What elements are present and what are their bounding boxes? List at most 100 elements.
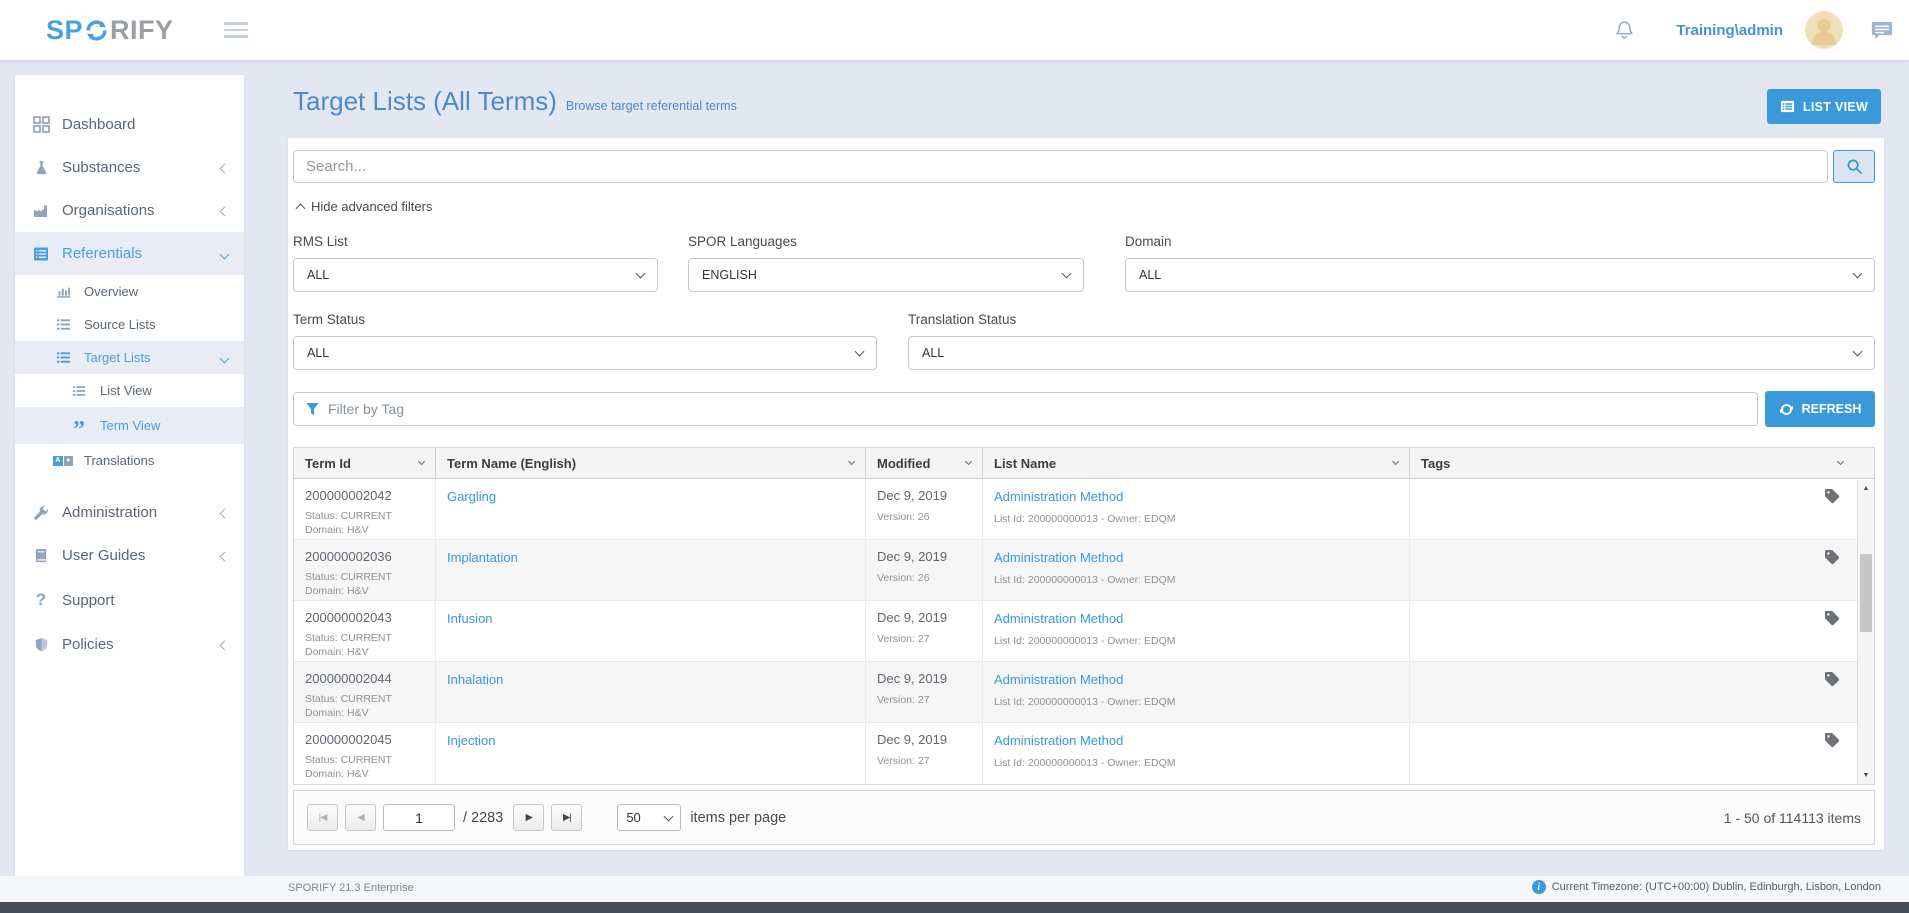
last-page-button[interactable]: ▶| <box>551 804 582 831</box>
menu-toggle-icon[interactable] <box>224 18 248 42</box>
list-name-link[interactable]: Administration Method <box>994 733 1123 748</box>
avatar[interactable] <box>1805 11 1843 49</box>
hide-advanced-filters-toggle[interactable]: Hide advanced filters <box>297 199 432 214</box>
previous-page-button[interactable]: ◀ <box>345 804 376 831</box>
notifications-bell-icon[interactable] <box>1615 20 1634 41</box>
column-header-list-name[interactable]: List Name <box>983 448 1410 478</box>
tag-icon[interactable] <box>1824 549 1840 570</box>
sidebar-item-support[interactable]: ? Support <box>15 577 244 623</box>
search-button[interactable] <box>1833 150 1875 183</box>
tag-icon[interactable] <box>1824 671 1840 692</box>
app-logo: SP RIFY <box>46 17 174 44</box>
first-page-button[interactable]: |◀ <box>307 804 338 831</box>
column-label: Tags <box>1421 456 1450 471</box>
sidebar-item-overview[interactable]: Overview <box>15 275 244 308</box>
filter-label: SPOR Languages <box>688 234 1084 249</box>
filter-label: Translation Status <box>908 312 1875 327</box>
sidebar-label: Dashboard <box>62 116 135 133</box>
tag-filter-input[interactable] <box>328 401 1746 417</box>
sidebar-label: Source Lists <box>84 317 156 332</box>
sidebar-item-target-lists[interactable]: Target Lists <box>15 341 244 374</box>
sidebar-item-user-guides[interactable]: User Guides <box>15 534 244 577</box>
sidebar-item-term-view[interactable]: ” Term View <box>15 407 244 444</box>
referentials-list-icon <box>31 246 51 262</box>
modified-date: Dec 9, 2019 <box>877 549 971 564</box>
list-name-link[interactable]: Administration Method <box>994 550 1123 565</box>
sidebar-item-translations[interactable]: A★ Translations <box>15 444 244 477</box>
column-header-tags[interactable]: Tags <box>1410 448 1874 478</box>
column-header-modified[interactable]: Modified <box>866 448 983 478</box>
next-page-button[interactable]: ▶ <box>513 804 544 831</box>
chevron-left-icon <box>221 636 228 653</box>
filter-label: RMS List <box>293 234 658 249</box>
filters-row-2: Term Status ALL Translation Status ALL <box>293 312 1875 370</box>
filter-label: Term Status <box>293 312 877 327</box>
rms-list-select[interactable]: ALL <box>293 258 658 292</box>
scrollbar-thumb[interactable] <box>1860 554 1872 632</box>
filter-translation-status: Translation Status ALL <box>908 312 1875 370</box>
sidebar-item-list-view[interactable]: List View <box>15 374 244 407</box>
sidebar-item-source-lists[interactable]: Source Lists <box>15 308 244 341</box>
scroll-down-arrow[interactable]: ▼ <box>1858 767 1874 784</box>
term-name-link[interactable]: Inhalation <box>447 672 503 687</box>
chevron-down-icon <box>221 350 228 365</box>
footer: SPORIFY 21.3 Enterprise i Current Timezo… <box>0 876 1909 902</box>
sidebar-item-substances[interactable]: Substances <box>15 146 244 189</box>
pagination-bar: |◀ ◀ / 2283 ▶ ▶| 50 items per page 1 - 5… <box>293 790 1875 845</box>
spor-languages-select[interactable]: ENGLISH <box>688 258 1084 292</box>
term-id: 200000002042 <box>305 488 424 503</box>
sidebar-label: Support <box>62 592 115 609</box>
user-menu[interactable]: Training\admin <box>1676 22 1783 39</box>
version: Version: 27 <box>877 754 971 768</box>
page-header: Target Lists (All Terms) Browse target r… <box>293 86 737 117</box>
translation-status-select[interactable]: ALL <box>908 336 1875 370</box>
list-name-link[interactable]: Administration Method <box>994 489 1123 504</box>
page-size-select[interactable]: 50 <box>617 804 681 831</box>
sidebar-item-administration[interactable]: Administration <box>15 491 244 534</box>
term-status: Status: CURRENT <box>305 631 424 645</box>
book-icon <box>31 548 51 563</box>
version: Version: 27 <box>877 693 971 707</box>
refresh-button[interactable]: REFRESH <box>1765 391 1875 427</box>
column-label: Term Name (English) <box>447 456 576 471</box>
sync-circle-icon <box>84 18 109 43</box>
sidebar-item-dashboard[interactable]: Dashboard <box>15 103 244 146</box>
term-status: Status: CURRENT <box>305 753 424 767</box>
page-number-input[interactable] <box>383 804 455 831</box>
chevron-left-icon <box>221 202 228 219</box>
list-name-link[interactable]: Administration Method <box>994 611 1123 626</box>
version: Version: 26 <box>877 571 971 585</box>
tag-icon[interactable] <box>1824 610 1840 631</box>
sidebar-item-referentials[interactable]: Referentials <box>15 232 244 275</box>
chevron-down-icon <box>636 269 646 279</box>
tag-icon[interactable] <box>1824 732 1840 753</box>
flask-icon <box>31 160 51 175</box>
term-name-link[interactable]: Infusion <box>447 611 493 626</box>
sidebar-item-organisations[interactable]: Organisations <box>15 189 244 232</box>
term-domain: Domain: H&V <box>305 523 424 537</box>
top-right-cluster: Training\admin <box>1615 11 1893 49</box>
term-status-select[interactable]: ALL <box>293 336 877 370</box>
funnel-icon <box>305 402 320 417</box>
column-header-term-name[interactable]: Term Name (English) <box>436 448 866 478</box>
list-view-button[interactable]: LIST VIEW <box>1767 89 1881 124</box>
list-info: List Id: 200000000013 - Owner: EDQM <box>994 756 1398 770</box>
search-input[interactable] <box>293 150 1828 183</box>
sidebar-item-policies[interactable]: Policies <box>15 623 244 666</box>
search-row <box>293 150 1875 183</box>
chat-icon[interactable] <box>1871 21 1893 40</box>
list-name-link[interactable]: Administration Method <box>994 672 1123 687</box>
term-name-link[interactable]: Implantation <box>447 550 518 565</box>
table-row: 200000002044 Status: CURRENT Domain: H&V… <box>294 662 1874 723</box>
column-label: Modified <box>877 456 930 471</box>
tag-icon[interactable] <box>1824 488 1840 509</box>
term-name-link[interactable]: Injection <box>447 733 495 748</box>
app-version-label: SPORIFY 21.3 Enterprise <box>288 882 414 894</box>
chevron-down-icon <box>1392 458 1399 465</box>
table-row: 200000002036 Status: CURRENT Domain: H&V… <box>294 540 1874 601</box>
chevron-down-icon <box>1853 269 1863 279</box>
column-header-term-id[interactable]: Term Id <box>294 448 436 478</box>
scroll-up-arrow[interactable]: ▲ <box>1858 480 1874 497</box>
term-name-link[interactable]: Gargling <box>447 489 496 504</box>
domain-select[interactable]: ALL <box>1125 258 1875 292</box>
